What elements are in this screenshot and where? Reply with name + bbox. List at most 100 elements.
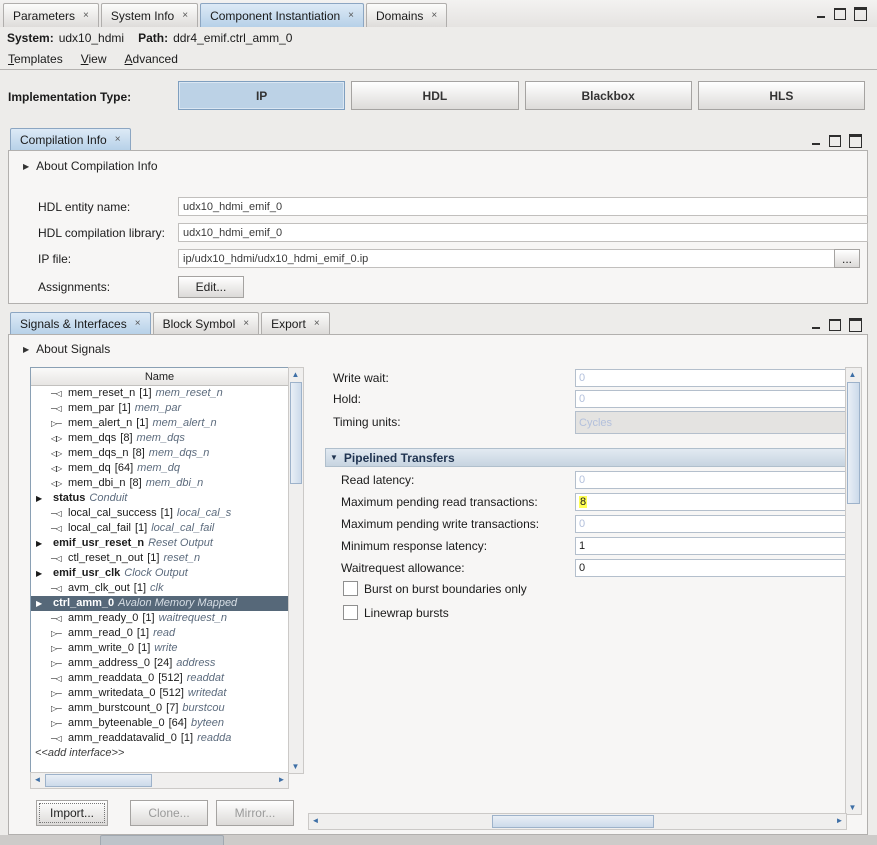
tree-horizontal-scrollbar[interactable]: ◄ ► — [30, 772, 289, 789]
hdl-entity-name-field[interactable]: udx10_hdmi_emif_0 — [178, 197, 868, 216]
tab-parameters[interactable]: Parameters× — [3, 3, 99, 27]
waitrequest-allowance-field[interactable]: 0 — [575, 559, 845, 577]
maximize-icon[interactable] — [849, 318, 862, 332]
highlighted-value: 8 — [579, 496, 587, 508]
write-wait-field[interactable]: 0 — [575, 369, 845, 387]
pipelined-transfers-header[interactable]: ▼ Pipelined Transfers — [325, 448, 845, 467]
checkbox-unchecked-icon[interactable] — [343, 581, 358, 596]
scroll-left-icon[interactable]: ◄ — [309, 814, 322, 827]
props-vertical-scrollbar[interactable]: ▲ ▼ — [845, 367, 862, 815]
signal-name: avm_clk_out — [68, 581, 130, 596]
float-icon[interactable] — [829, 319, 841, 331]
read-latency-field[interactable]: 0 — [575, 471, 845, 489]
tab-compilation-info[interactable]: Compilation Info× — [10, 128, 131, 150]
minimize-icon[interactable] — [812, 321, 821, 330]
checkbox-unchecked-icon[interactable] — [343, 605, 358, 620]
tree-row[interactable]: ▷─amm_byteenable_0[64]byteen — [31, 716, 288, 731]
menu-advanced[interactable]: Advanced — [125, 52, 178, 66]
close-icon[interactable]: × — [135, 318, 141, 329]
hdl-compilation-library-field[interactable]: udx10_hdmi_emif_0 — [178, 223, 868, 242]
tree-row[interactable]: ▷─amm_write_0[1]write — [31, 641, 288, 656]
maximize-icon[interactable] — [854, 7, 867, 21]
burst-boundaries-checkbox-row[interactable]: Burst on burst boundaries only — [343, 581, 527, 596]
scroll-down-icon[interactable]: ▼ — [289, 760, 302, 773]
tab-domains[interactable]: Domains× — [366, 3, 447, 27]
scroll-right-icon[interactable]: ► — [833, 814, 846, 827]
bottom-panel-tab-edge[interactable] — [100, 835, 224, 845]
scroll-down-icon[interactable]: ▼ — [846, 801, 859, 814]
tree-row[interactable]: ─◁mem_par[1]mem_par — [31, 401, 288, 416]
maximize-icon[interactable] — [849, 134, 862, 148]
tab-component-instantiation[interactable]: Component Instantiation× — [200, 3, 364, 27]
ip-file-field[interactable]: ip/udx10_hdmi/udx10_hdmi_emif_0.ip — [178, 249, 838, 268]
tree-row[interactable]: ◁▷mem_dqs[8]mem_dqs — [31, 431, 288, 446]
tree-row[interactable]: ▷─amm_address_0[24]address — [31, 656, 288, 671]
tab-block-symbol[interactable]: Block Symbol× — [153, 312, 260, 334]
scroll-left-icon[interactable]: ◄ — [31, 773, 44, 786]
tree-row[interactable]: ◁▷mem_dbi_n[8]mem_dbi_n — [31, 476, 288, 491]
close-icon[interactable]: × — [83, 11, 89, 21]
minimize-icon[interactable] — [812, 137, 821, 146]
browse-button[interactable]: ... — [834, 249, 860, 268]
tree-row[interactable]: ─◁mem_reset_n[1]mem_reset_n — [31, 386, 288, 401]
linewrap-bursts-checkbox-row[interactable]: Linewrap bursts — [343, 605, 449, 620]
menu-view[interactable]: View — [81, 52, 107, 66]
close-icon[interactable]: × — [348, 11, 354, 21]
tree-row[interactable]: ▶emif_usr_clkClock Output — [31, 566, 288, 581]
props-horizontal-scrollbar[interactable]: ◄ ► — [308, 813, 847, 830]
tree-row[interactable]: ─◁local_cal_success[1]local_cal_s — [31, 506, 288, 521]
scroll-up-icon[interactable]: ▲ — [846, 368, 859, 381]
close-icon[interactable]: × — [115, 134, 121, 145]
max-pending-write-field[interactable]: 0 — [575, 515, 845, 533]
close-icon[interactable]: × — [431, 11, 437, 21]
tree-row[interactable]: ◁▷mem_dqs_n[8]mem_dqs_n — [31, 446, 288, 461]
mirror-button[interactable]: Mirror... — [216, 800, 294, 826]
tree-row[interactable]: ▷─amm_writedata_0[512]writedat — [31, 686, 288, 701]
tree-row[interactable]: ◁▷mem_dq[64]mem_dq — [31, 461, 288, 476]
tree-vertical-scrollbar[interactable]: ▲ ▼ — [288, 367, 304, 774]
minimize-icon[interactable] — [817, 10, 826, 19]
scroll-right-icon[interactable]: ► — [275, 773, 288, 786]
about-compilation-info[interactable]: ▶ About Compilation Info — [23, 159, 158, 173]
tree-row[interactable]: ▶emif_usr_reset_nReset Output — [31, 536, 288, 551]
tab-signals-interfaces[interactable]: Signals & Interfaces× — [10, 312, 151, 334]
tree-row-selected[interactable]: ▶ctrl_amm_0Avalon Memory Mapped — [31, 596, 288, 611]
tree-row[interactable]: ─◁amm_readdata_0[512]readdat — [31, 671, 288, 686]
import-button[interactable]: Import... — [36, 800, 108, 826]
impl-button-hls[interactable]: HLS — [698, 81, 865, 110]
add-interface-row[interactable]: <<add interface>> — [31, 746, 288, 761]
tree-row[interactable]: ─◁amm_ready_0[1]waitrequest_n — [31, 611, 288, 626]
scroll-up-icon[interactable]: ▲ — [289, 368, 302, 381]
hold-field[interactable]: 0 — [575, 390, 845, 408]
close-icon[interactable]: × — [314, 318, 320, 329]
close-icon[interactable]: × — [182, 11, 188, 21]
clone-button[interactable]: Clone... — [130, 800, 208, 826]
timing-units-field[interactable]: Cycles — [575, 411, 845, 434]
tree-row[interactable]: ─◁amm_readdatavalid_0[1]readda — [31, 731, 288, 746]
edit-button[interactable]: Edit... — [178, 276, 244, 298]
about-signals[interactable]: ▶ About Signals — [23, 342, 110, 356]
tree-header-name[interactable]: Name — [31, 368, 288, 386]
menu-templates[interactable]: Templates — [8, 52, 63, 66]
impl-button-hdl[interactable]: HDL — [351, 81, 518, 110]
tree-row[interactable]: ▷─amm_read_0[1]read — [31, 626, 288, 641]
tree-row[interactable]: ▶statusConduit — [31, 491, 288, 506]
scroll-thumb[interactable] — [45, 774, 152, 787]
min-response-latency-field[interactable]: 1 — [575, 537, 845, 555]
tree-row[interactable]: ─◁avm_clk_out[1]clk — [31, 581, 288, 596]
tab-system-info[interactable]: System Info× — [101, 3, 198, 27]
scroll-thumb[interactable] — [290, 382, 302, 484]
tree-row[interactable]: ─◁local_cal_fail[1]local_cal_fail — [31, 521, 288, 536]
max-pending-read-field[interactable]: 8 — [575, 493, 845, 511]
tab-export[interactable]: Export× — [261, 312, 330, 334]
tree-row[interactable]: ▷─amm_burstcount_0[7]burstcou — [31, 701, 288, 716]
scroll-thumb[interactable] — [492, 815, 654, 828]
tree-row[interactable]: ─◁ctl_reset_n_out[1]reset_n — [31, 551, 288, 566]
impl-button-ip[interactable]: IP — [178, 81, 345, 110]
float-icon[interactable] — [834, 8, 846, 20]
close-icon[interactable]: × — [243, 318, 249, 329]
scroll-thumb[interactable] — [847, 382, 860, 504]
impl-button-blackbox[interactable]: Blackbox — [525, 81, 692, 110]
tree-row[interactable]: ▷─mem_alert_n[1]mem_alert_n — [31, 416, 288, 431]
float-icon[interactable] — [829, 135, 841, 147]
